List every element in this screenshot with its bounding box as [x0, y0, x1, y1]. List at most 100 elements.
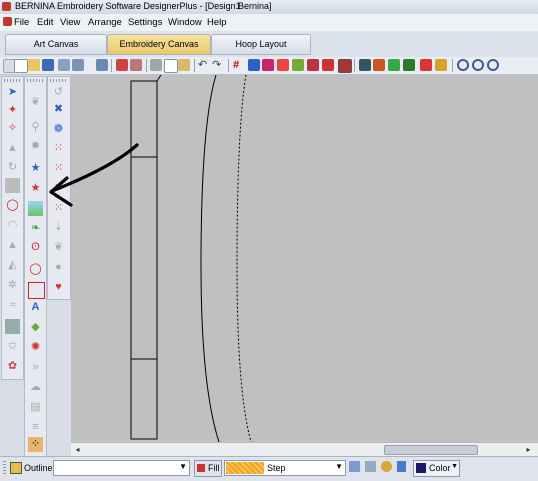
- monogram-icon[interactable]: ◆: [28, 320, 43, 335]
- underlay-icon[interactable]: [381, 461, 392, 472]
- color-dropdown[interactable]: Color ▼: [413, 460, 460, 477]
- pull-compensation-icon[interactable]: [365, 461, 376, 472]
- step-pattern-swatch: [226, 462, 264, 474]
- show-bitmap-icon[interactable]: [292, 59, 304, 71]
- mountain-icon[interactable]: ▲: [5, 238, 20, 253]
- menu-file[interactable]: File: [14, 17, 29, 28]
- color-film-icon[interactable]: [388, 59, 400, 71]
- heart-icon[interactable]: ♥: [51, 280, 66, 295]
- triangle-icon[interactable]: ▲: [5, 141, 20, 156]
- menu-settings[interactable]: Settings: [128, 17, 162, 28]
- artistic-view-icon[interactable]: [322, 59, 334, 71]
- wave-icon[interactable]: ≈: [5, 298, 20, 313]
- tab-hoop-layout[interactable]: Hoop Layout: [211, 34, 311, 55]
- fill-button[interactable]: Fill: [194, 460, 222, 477]
- badge-icon[interactable]: ✺: [28, 340, 43, 355]
- redraw-icon[interactable]: [338, 59, 352, 73]
- zoom-fit-icon[interactable]: [487, 59, 499, 71]
- knot-icon[interactable]: ❁: [51, 122, 66, 137]
- loop-icon[interactable]: ↺: [51, 85, 66, 100]
- arrows-icon[interactable]: »: [28, 360, 43, 375]
- document-menu-icon[interactable]: [3, 17, 12, 26]
- scan-icon[interactable]: [130, 59, 142, 71]
- magic-wand-icon[interactable]: ✧: [5, 121, 20, 136]
- rectangle-icon[interactable]: [28, 282, 45, 299]
- paint-icon[interactable]: ✿: [5, 359, 20, 374]
- gear-icon[interactable]: ✹: [28, 139, 43, 154]
- cloud-icon[interactable]: ☁: [28, 380, 43, 395]
- dots-icon[interactable]: ⁙: [51, 141, 66, 156]
- fill-type-dropdown[interactable]: Step ▼: [224, 460, 346, 476]
- hoop-icon[interactable]: [248, 59, 260, 71]
- print-preview-icon[interactable]: [72, 59, 84, 71]
- overview-icon[interactable]: [435, 59, 447, 71]
- fill-dots-icon[interactable]: ⁙: [51, 161, 66, 176]
- landscape-image-icon[interactable]: [28, 201, 43, 216]
- feather-icon[interactable]: ❦: [51, 240, 66, 255]
- sequence-icon[interactable]: [373, 59, 385, 71]
- stitch-player-icon[interactable]: [359, 59, 371, 71]
- separator: [194, 59, 195, 72]
- sphere-icon[interactable]: ●: [51, 260, 66, 275]
- mirror-icon[interactable]: ◭: [5, 258, 20, 273]
- tab-art-canvas[interactable]: Art Canvas: [5, 34, 107, 55]
- palette-icon[interactable]: ▤: [28, 400, 43, 415]
- down-arrow-icon[interactable]: ⇣: [51, 220, 66, 235]
- horizontal-scrollbar[interactable]: ◂ ▸: [71, 442, 538, 457]
- outline-dropdown[interactable]: ▼: [53, 460, 190, 476]
- reshape-icon[interactable]: ✦: [5, 103, 20, 118]
- wing-icon[interactable]: ❦: [28, 95, 43, 110]
- copy-icon[interactable]: [164, 59, 178, 73]
- green-shape-icon[interactable]: ❧: [28, 221, 43, 236]
- scroll-thumb[interactable]: [384, 445, 478, 455]
- scroll-left-icon[interactable]: ◂: [73, 445, 82, 454]
- dice-icon[interactable]: ⁘: [28, 437, 43, 452]
- ellipse-tool-icon[interactable]: ◯: [5, 198, 20, 213]
- cross-stitch-icon[interactable]: ✖: [51, 102, 66, 117]
- red-curve-icon[interactable]: ʘ: [28, 240, 43, 255]
- box-tool-icon[interactable]: [5, 178, 20, 193]
- menu-help[interactable]: Help: [207, 17, 227, 28]
- print-icon[interactable]: [58, 59, 70, 71]
- tab-embroidery-canvas[interactable]: Embroidery Canvas: [107, 34, 211, 55]
- new-icon[interactable]: [14, 59, 28, 73]
- pattern-icon[interactable]: ✲: [5, 278, 20, 293]
- menu-window[interactable]: Window: [168, 17, 202, 28]
- color-bucket-icon[interactable]: [397, 461, 406, 472]
- star-blue-icon[interactable]: ★: [28, 161, 43, 176]
- redo-icon[interactable]: ↷: [212, 59, 224, 71]
- grid-dots-icon[interactable]: ⁙: [51, 181, 66, 196]
- measure-icon[interactable]: [420, 59, 432, 71]
- import-icon[interactable]: [116, 59, 128, 71]
- arc-icon[interactable]: ◠: [5, 218, 20, 233]
- bars-icon[interactable]: ≡: [28, 420, 43, 435]
- scroll-right-icon[interactable]: ▸: [524, 445, 533, 454]
- menu-view[interactable]: View: [60, 17, 80, 28]
- embroidery-canvas[interactable]: [71, 75, 538, 442]
- show-stitches-icon[interactable]: [262, 59, 274, 71]
- cut-icon[interactable]: [150, 59, 162, 71]
- save-icon[interactable]: [42, 59, 54, 71]
- circle-icon[interactable]: ◯: [28, 262, 43, 277]
- block-icon[interactable]: [5, 319, 20, 334]
- star-outline-icon[interactable]: ✩: [5, 339, 20, 354]
- search-icon[interactable]: ⚲: [28, 120, 43, 135]
- object-list-icon[interactable]: [403, 59, 415, 71]
- stitch-angle-icon[interactable]: [349, 461, 360, 472]
- menu-arrange[interactable]: Arrange: [88, 17, 122, 28]
- paste-icon[interactable]: [178, 59, 190, 71]
- lettering-icon[interactable]: A: [28, 300, 43, 315]
- select-arrow-icon[interactable]: ➤: [5, 85, 20, 100]
- grid-icon[interactable]: #: [233, 59, 245, 71]
- star-red-icon[interactable]: ★: [28, 181, 43, 196]
- export-icon[interactable]: [96, 59, 108, 71]
- pixel-icon[interactable]: ⁙: [51, 201, 66, 216]
- rotate-icon[interactable]: ↻: [5, 160, 20, 175]
- show-objects-icon[interactable]: [277, 59, 289, 71]
- undo-icon[interactable]: ↶: [198, 59, 210, 71]
- open-icon[interactable]: [28, 59, 40, 71]
- menu-edit[interactable]: Edit: [37, 17, 53, 28]
- zoom-out-icon[interactable]: [472, 59, 484, 71]
- zoom-in-icon[interactable]: [457, 59, 469, 71]
- show-connectors-icon[interactable]: [307, 59, 319, 71]
